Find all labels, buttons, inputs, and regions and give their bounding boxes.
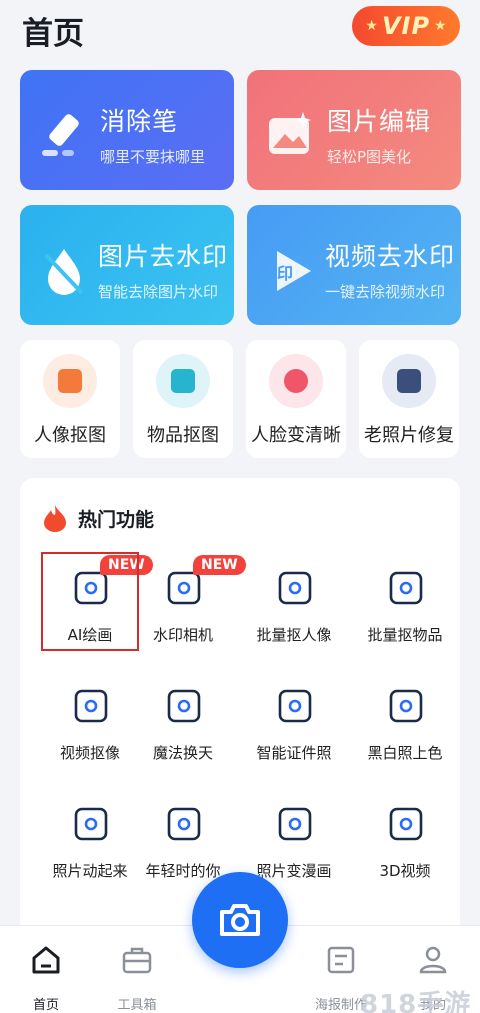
hot-feature-label: 魔法换天: [152, 744, 213, 762]
header: 首页 ★ VIP ★: [0, 0, 480, 60]
profile-icon: [419, 946, 447, 974]
card-title: 消除笔: [100, 107, 179, 136]
young-face-icon: [167, 807, 201, 841]
camera-icon: [220, 904, 260, 936]
hot-feature-label: 批量抠人像: [256, 626, 332, 644]
eraser-pen-icon: [42, 114, 79, 156]
id-photo-icon: [278, 689, 312, 723]
cartoon-icon: [278, 807, 312, 841]
vip-label: VIP: [381, 12, 431, 40]
batch-object-icon: [389, 571, 423, 605]
vip-button[interactable]: ★ VIP ★: [352, 6, 460, 46]
face-enhance-icon: [269, 354, 323, 408]
hot-feature-item[interactable]: 批量抠物品: [355, 552, 455, 652]
card-image-edit[interactable]: 图片编辑 轻松P图美化: [247, 70, 461, 190]
site-watermark: 818手游网: [360, 990, 472, 1013]
colorize-icon: [389, 689, 423, 723]
page-title: 首页: [22, 16, 84, 52]
hot-feature-item[interactable]: 视频抠像: [40, 670, 140, 770]
tool-object-cutout[interactable]: 物品抠图: [133, 340, 233, 458]
hot-feature-label: 3D视频: [379, 862, 431, 880]
selection-highlight: [41, 552, 139, 651]
poster-icon: [327, 946, 355, 974]
fire-icon: [44, 505, 66, 532]
video-watermark-remove-icon: 印: [277, 251, 311, 291]
tool-label: 人脸变清晰: [251, 425, 341, 446]
tool-face-enhance[interactable]: 人脸变清晰: [246, 340, 346, 458]
sky-replace-icon: [167, 689, 201, 723]
camera-button[interactable]: [192, 872, 288, 968]
tool-label: 物品抠图: [147, 425, 219, 446]
card-eraser[interactable]: 消除笔 哪里不要抹哪里: [20, 70, 234, 190]
hot-feature-item[interactable]: 照片变漫画: [244, 788, 344, 888]
star-icon: ★: [434, 18, 447, 34]
card-subtitle: 一键去除视频水印: [325, 283, 446, 301]
card-subtitle: 哪里不要抹哪里: [100, 148, 206, 166]
svg-text:印: 印: [277, 264, 293, 283]
star-icon: ★: [365, 18, 378, 34]
hot-feature-item[interactable]: 年轻时的你: [133, 788, 233, 888]
card-image-watermark[interactable]: 图片去水印 智能去除图片水印: [20, 205, 234, 325]
hot-feature-item[interactable]: 魔法换天: [133, 670, 233, 770]
hot-feature-label: 黑白照上色: [367, 744, 443, 762]
hot-feature-item[interactable]: NEW 水印相机: [133, 552, 246, 652]
hot-feature-item[interactable]: 黑白照上色: [355, 670, 455, 770]
hot-feature-label: 水印相机: [152, 626, 213, 644]
hot-feature-item[interactable]: 3D视频: [355, 788, 455, 888]
toolbox-icon: [122, 947, 152, 974]
hot-feature-item[interactable]: 智能证件照: [244, 670, 344, 770]
hot-feature-label: 智能证件照: [256, 744, 332, 762]
tab-home[interactable]: 首页: [6, 944, 86, 1013]
hot-features-header: 热门功能: [42, 504, 154, 532]
card-subtitle: 轻松P图美化: [327, 148, 412, 166]
watermark-camera-icon: [167, 571, 201, 605]
home-icon: [32, 946, 60, 974]
tool-portrait-cutout[interactable]: 人像抠图: [20, 340, 120, 458]
video-cutout-icon: [74, 689, 108, 723]
card-title: 图片去水印: [98, 242, 229, 271]
tool-label: 老照片修复: [364, 425, 454, 446]
hot-feature-label: 批量抠物品: [367, 626, 443, 644]
tool-old-photo-repair[interactable]: 老照片修复: [359, 340, 459, 458]
card-subtitle: 智能去除图片水印: [98, 283, 219, 301]
tab-label: 首页: [32, 998, 59, 1013]
tool-label: 人像抠图: [34, 425, 106, 446]
new-badge: NEW: [193, 555, 246, 575]
hot-feature-item[interactable]: 批量抠人像: [244, 552, 344, 652]
object-cutout-icon: [156, 354, 210, 408]
batch-portrait-icon: [278, 571, 312, 605]
tab-toolbox[interactable]: 工具箱: [97, 944, 177, 1013]
animate-photo-icon: [74, 807, 108, 841]
card-title: 视频去水印: [325, 242, 456, 271]
image-edit-icon: [269, 112, 311, 154]
portrait-cutout-icon: [43, 354, 97, 408]
3d-video-icon: [389, 807, 423, 841]
hot-features-title: 热门功能: [78, 508, 155, 531]
image-watermark-remove-icon: [44, 249, 84, 295]
card-video-watermark[interactable]: 印 视频去水印 一键去除视频水印: [247, 205, 461, 325]
card-title: 图片编辑: [327, 107, 432, 136]
old-photo-repair-icon: [382, 354, 436, 408]
tab-label: 工具箱: [117, 998, 157, 1013]
hot-feature-item[interactable]: 照片动起来: [40, 788, 140, 888]
